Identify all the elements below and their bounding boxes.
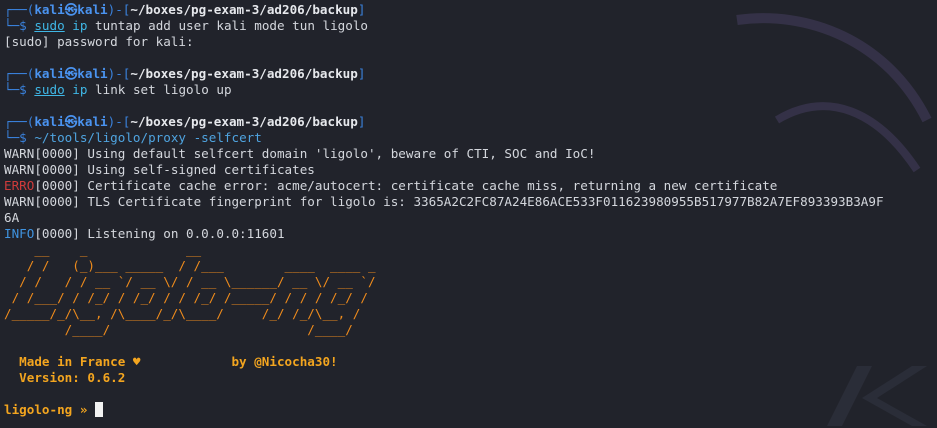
command-line: └─$ ~/tools/ligolo/proxy -selfcert (4, 130, 937, 146)
command-program: ip (72, 82, 88, 97)
command-line: └─$ sudo ip tuntap add user kali mode tu… (4, 18, 937, 34)
log-text: [0000] Listening on 0.0.0.0:11601 (34, 226, 285, 241)
command-args: link set ligolo up (95, 82, 232, 97)
prompt-bracket: ] (357, 66, 366, 81)
ascii-banner-line: __ _ __ (4, 242, 202, 257)
ascii-banner-line: /_____/_/\__, /\____/_/\____/ /_/ /_/\__… (4, 306, 361, 321)
repl-line[interactable]: ligolo-ng » (4, 402, 937, 418)
command-program: ip (72, 18, 88, 33)
prompt-separator: )-[ (107, 66, 131, 81)
log-level-warn: WARN (4, 194, 35, 209)
command-args: tuntap add user kali mode tun ligolo (95, 18, 369, 33)
prompt-user: kali (34, 2, 65, 17)
prompt-bracket: ┌──( (4, 2, 35, 17)
log-line: ERRO[0000] Certificate cache error: acme… (4, 178, 937, 194)
prompt-dollar: $ (19, 130, 35, 145)
log-level-warn: WARN (4, 162, 35, 177)
banner-version: Version: 0.6.2 (4, 370, 126, 385)
prompt-user: kali (34, 66, 65, 81)
log-line: INFO[0000] Listening on 0.0.0.0:11601 (4, 226, 937, 242)
prompt-bracket: ┌──( (4, 66, 35, 81)
command-flag: -selfcert (193, 130, 262, 145)
ascii-banner-line: / / / / __ `/ __ \/ / __ \______/ __ \/ … (4, 274, 376, 289)
prompt-host: kali (77, 2, 108, 17)
log-level-warn: WARN (4, 146, 35, 161)
prompt-bracket: ] (357, 2, 366, 17)
log-level-error: ERRO (4, 178, 35, 193)
prompt-bracket: ┌──( (4, 114, 35, 129)
ascii-banner-line: /____/ /____/ (4, 322, 353, 337)
prompt-separator: )-[ (107, 114, 131, 129)
log-line: WARN[0000] Using default selfcert domain… (4, 146, 937, 162)
prompt-line: ┌──(kali㉿kali)-[~/boxes/pg-exam-3/ad206/… (4, 114, 937, 130)
prompt-path: ~/boxes/pg-exam-3/ad206/backup (130, 2, 358, 17)
prompt-dollar: $ (19, 18, 35, 33)
prompt-line: ┌──(kali㉿kali)-[~/boxes/pg-exam-3/ad206/… (4, 66, 937, 82)
prompt-host: kali (77, 66, 108, 81)
log-line: WARN[0000] TLS Certificate fingerprint f… (4, 194, 937, 210)
command-sudo: sudo (34, 18, 65, 33)
prompt-at-symbol: ㉿ (64, 114, 78, 129)
command-line: └─$ sudo ip link set ligolo up (4, 82, 937, 98)
banner-credits: Made in France ♥ by @Nicocha30! (4, 354, 338, 369)
prompt-at-symbol: ㉿ (64, 66, 78, 81)
prompt-dollar: $ (19, 82, 35, 97)
prompt-arrow: └─ (4, 18, 20, 33)
prompt-path: ~/boxes/pg-exam-3/ad206/backup (130, 114, 358, 129)
log-text: [0000] Using self-signed certificates (34, 162, 315, 177)
log-text: [0000] Using default selfcert domain 'li… (34, 146, 596, 161)
command-sudo: sudo (34, 82, 65, 97)
prompt-bracket: ] (357, 114, 366, 129)
repl-prompt: ligolo-ng » (4, 402, 95, 417)
prompt-path: ~/boxes/pg-exam-3/ad206/backup (130, 66, 358, 81)
output-line: [sudo] password for kali: (4, 34, 194, 49)
prompt-host: kali (77, 114, 108, 129)
ascii-banner-line: / / (_)___ _____ / /___ ____ ____ _ (4, 258, 376, 273)
prompt-separator: )-[ (107, 2, 131, 17)
log-level-info: INFO (4, 226, 35, 241)
text-cursor[interactable] (95, 402, 103, 417)
prompt-at-symbol: ㉿ (64, 2, 78, 17)
terminal-output[interactable]: ┌──(kali㉿kali)-[~/boxes/pg-exam-3/ad206/… (4, 2, 937, 418)
ascii-banner-line: / /___/ / /_/ / /_/ / / /_/ /_____/ / / … (4, 290, 368, 305)
prompt-user: kali (34, 114, 65, 129)
prompt-arrow: └─ (4, 82, 20, 97)
command-program-path: ~/tools/ligolo/proxy (34, 130, 186, 145)
log-line-wrap: 6A (4, 210, 937, 226)
log-text: [0000] TLS Certificate fingerprint for l… (34, 194, 884, 209)
log-text: [0000] Certificate cache error: acme/aut… (34, 178, 778, 193)
log-text: 6A (4, 210, 20, 225)
prompt-line: ┌──(kali㉿kali)-[~/boxes/pg-exam-3/ad206/… (4, 2, 937, 18)
prompt-arrow: └─ (4, 130, 20, 145)
log-line: WARN[0000] Using self-signed certificate… (4, 162, 937, 178)
